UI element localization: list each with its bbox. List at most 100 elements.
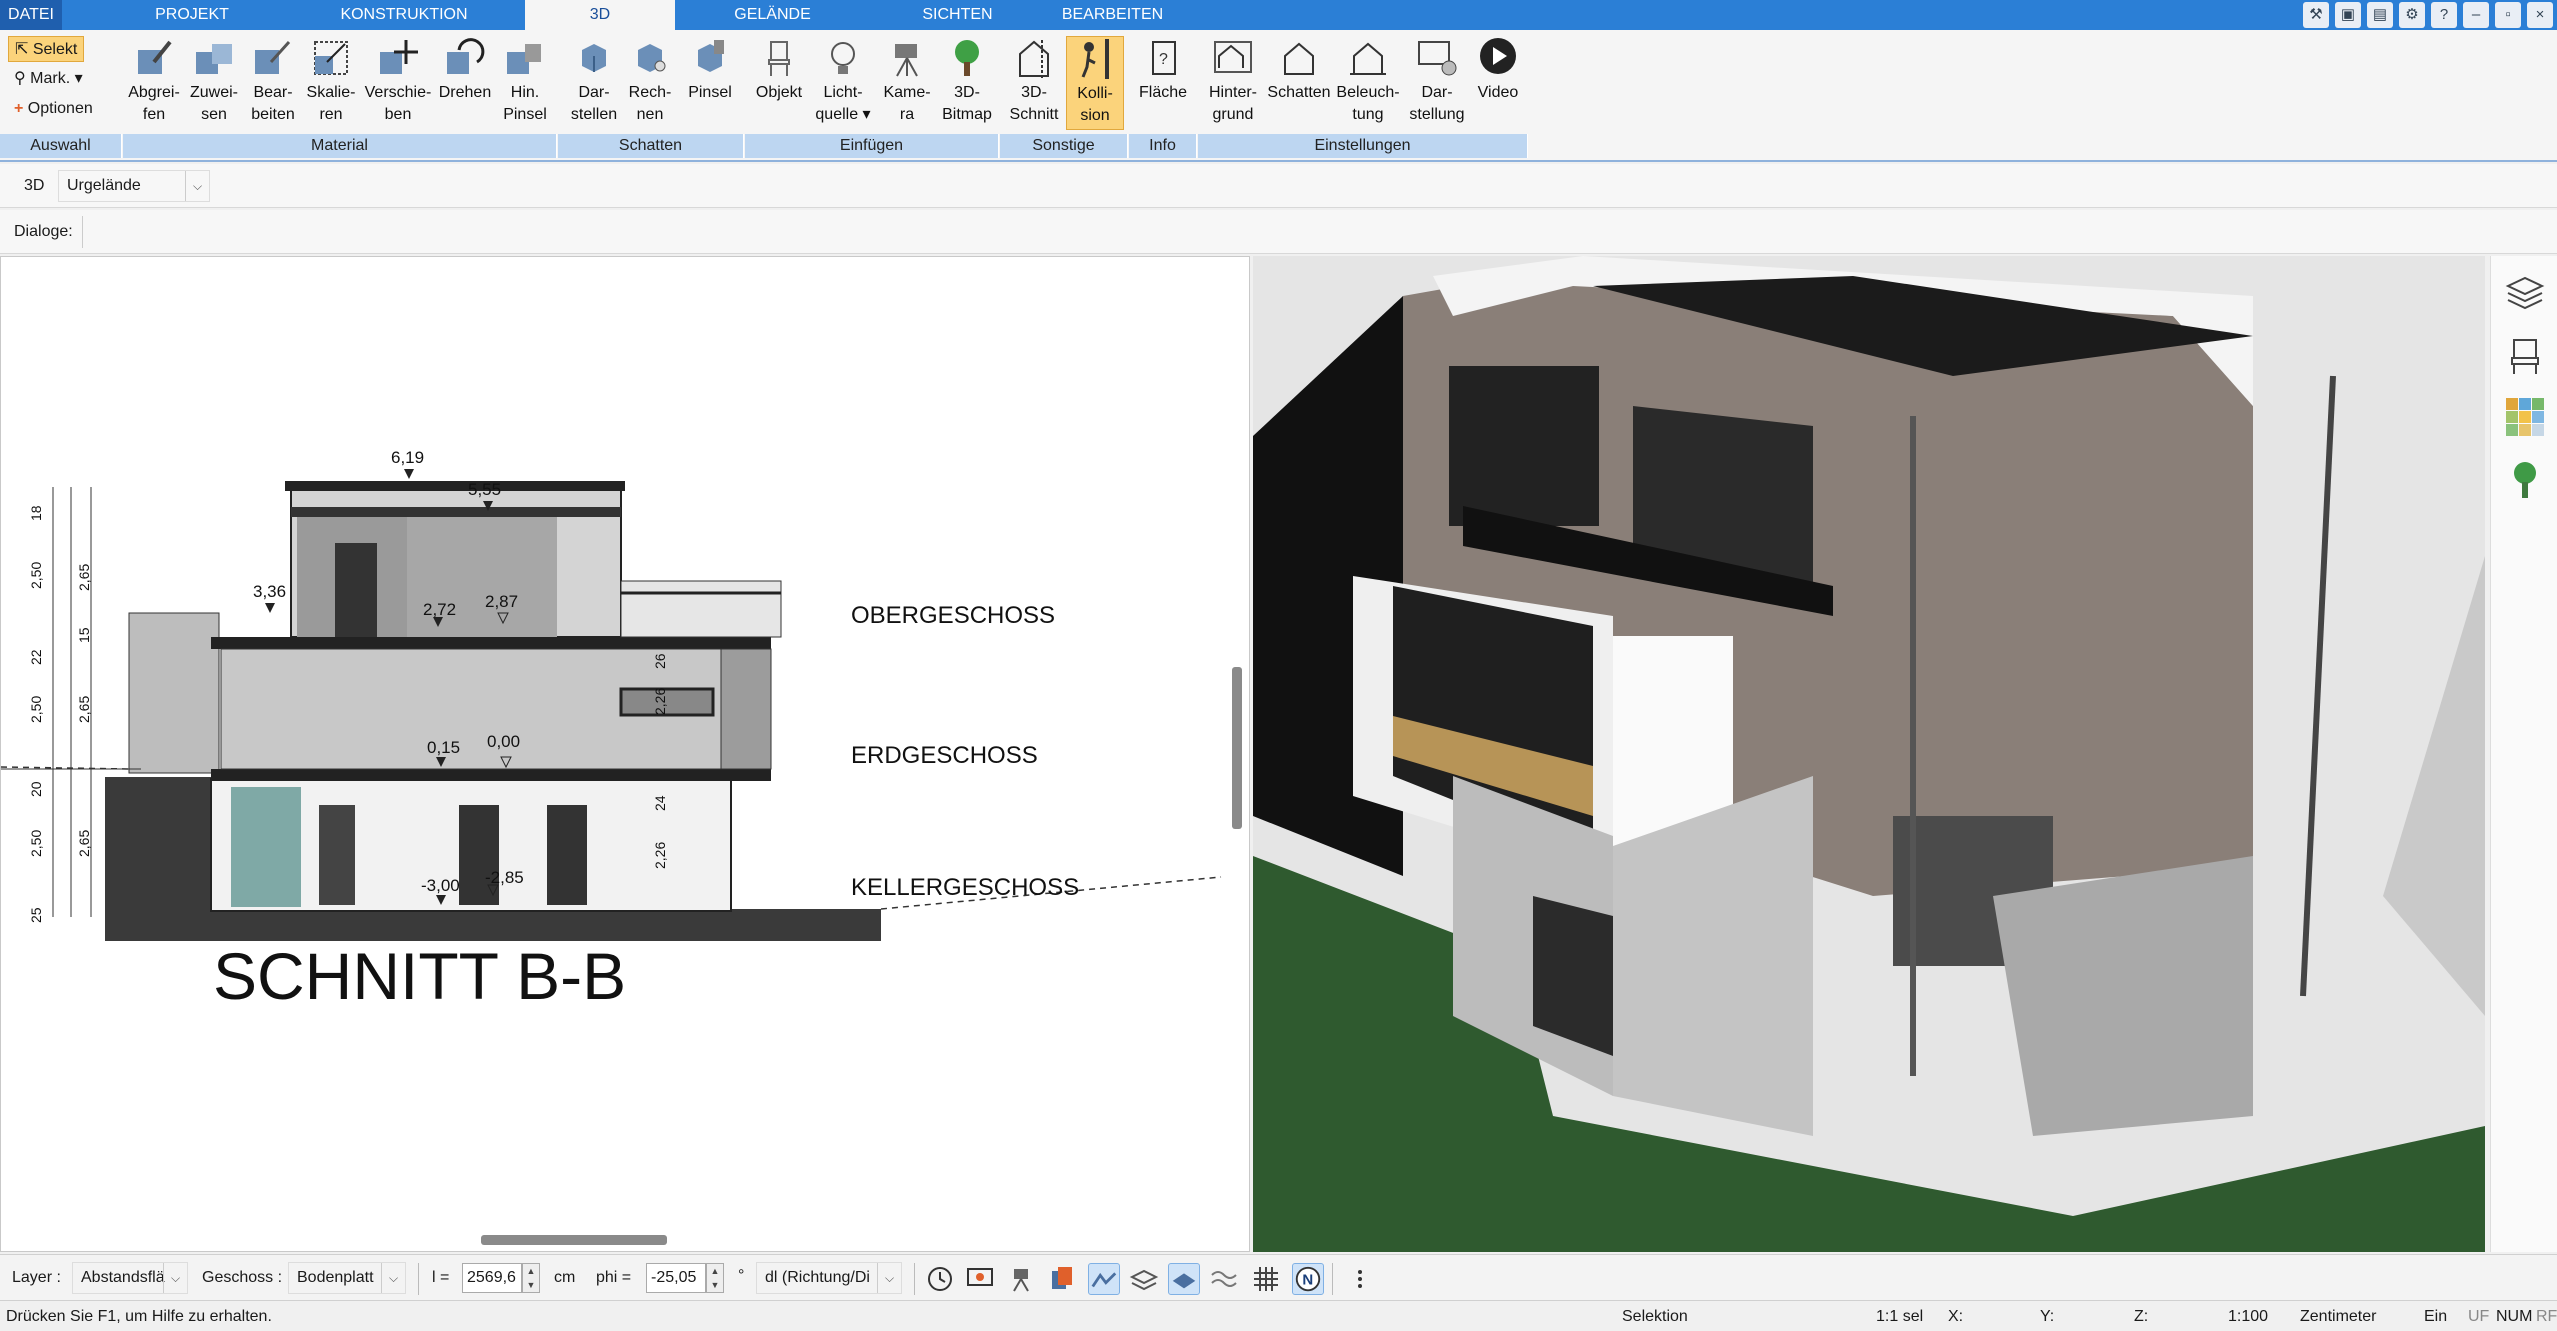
status-bar: Drücken Sie F1, um Hilfe zu erhalten. Se… <box>0 1300 2557 1331</box>
label-l1: Schatten <box>1267 84 1331 101</box>
tab-projekt[interactable]: PROJEKT <box>122 0 262 30</box>
label-l1: Kolli- <box>1077 85 1113 102</box>
ribbon-tab-bar: DATEI PROJEKT KONSTRUKTION 3D GELÄNDE SI… <box>0 0 2557 31</box>
property-toolbar: Layer : Abstandsflä ⌵ Geschoss : Bodenpla… <box>0 1254 2557 1300</box>
help-icon[interactable]: ? <box>2431 2 2457 28</box>
area-button[interactable]: ? Fläche <box>1132 36 1194 104</box>
label-l1: Pinsel <box>688 84 732 101</box>
bitmap-3d-button[interactable]: 3D- Bitmap <box>938 36 996 126</box>
plane-icon[interactable] <box>1168 1263 1200 1295</box>
floor-label-kellergeschoss: KELLERGESCHOSS <box>851 874 1079 901</box>
phi-input[interactable]: -25,05 <box>646 1263 706 1293</box>
more-icon[interactable] <box>1344 1263 1376 1295</box>
lighting-button[interactable]: Beleuch-tung <box>1334 36 1402 126</box>
assign-material-button[interactable]: Zuwei-sen <box>186 36 242 126</box>
north-icon[interactable]: N <box>1292 1263 1324 1295</box>
length-spinner[interactable]: ▲ ▼ <box>522 1263 540 1293</box>
basement-door-2 <box>459 805 499 905</box>
scale-material-button[interactable]: Skalie-ren <box>302 36 360 126</box>
rotate-material-button[interactable]: Drehen <box>436 36 494 104</box>
waves-icon[interactable] <box>1208 1263 1240 1295</box>
tab-datei[interactable]: DATEI <box>0 0 62 30</box>
section-3d-button[interactable]: 3D- Schnitt <box>1004 36 1064 126</box>
plants-icon[interactable] <box>2504 458 2546 500</box>
edit-material-button[interactable]: Bear-beiten <box>244 36 302 126</box>
clock-icon[interactable] <box>924 1263 956 1295</box>
layers-icon[interactable] <box>2504 272 2546 314</box>
dim-label: 2,50 <box>28 830 44 857</box>
bulb-icon <box>831 42 855 74</box>
dim-label: 2,50 <box>28 696 44 723</box>
length-unit: cm <box>554 1269 576 1286</box>
copy-icon[interactable] <box>1046 1263 1078 1295</box>
save-icon[interactable]: ▤ <box>2367 2 2393 28</box>
mark-button[interactable]: ⚲ Mark. ▾ <box>8 66 89 92</box>
brush-cube-icon <box>698 40 724 72</box>
camera-tool-icon[interactable] <box>1006 1263 1038 1295</box>
3d-view-pane[interactable] <box>1253 256 2485 1252</box>
og-window-left <box>1449 366 1599 526</box>
minimize-icon[interactable]: – <box>2463 2 2489 28</box>
camera-icon <box>895 44 918 77</box>
length-input[interactable]: 2569,6 <box>462 1263 522 1293</box>
light-source-button[interactable]: Licht-quelle ▾ <box>812 36 874 126</box>
grid-icon[interactable] <box>1250 1263 1282 1295</box>
tab-3d[interactable]: 3D <box>525 0 675 31</box>
tab-sichten[interactable]: SICHTEN <box>880 0 1035 30</box>
terrain-tool-icon[interactable] <box>1088 1263 1120 1295</box>
dim-label: 0,15 <box>427 738 460 757</box>
pick-material-button[interactable]: Abgrei-fen <box>126 36 182 126</box>
tab-konstruktion[interactable]: KONSTRUKTION <box>324 0 484 30</box>
section-view-pane[interactable]: 6,19 5,55 3,36 2,87 2,72 0,15 0,00 -3,00… <box>0 256 1250 1252</box>
label-l2: fen <box>142 106 166 123</box>
basement-door-3 <box>547 805 587 905</box>
select-button[interactable]: ⇱ Selekt <box>8 36 85 62</box>
restore-icon[interactable]: ▫ <box>2495 2 2521 28</box>
monitor-icon[interactable] <box>964 1263 996 1295</box>
calc-shadow-button[interactable]: Rech-nen <box>622 36 678 126</box>
move-material-button[interactable]: Verschie-ben <box>362 36 434 126</box>
close-icon[interactable]: × <box>2527 2 2553 28</box>
ground-earth-left <box>105 777 221 917</box>
assign-icon <box>196 44 232 74</box>
direction-combo[interactable]: dl (Richtung/Di ⌵ <box>756 1262 902 1294</box>
tab-gelaende[interactable]: GELÄNDE <box>700 0 845 30</box>
show-shadow-button[interactable]: Dar-stellen <box>564 36 624 126</box>
chevron-down-icon: ⌵ <box>163 1263 187 1293</box>
slab-og <box>211 637 771 649</box>
stack-icon[interactable] <box>1128 1263 1160 1295</box>
horizontal-scrollbar-thumb[interactable] <box>481 1235 667 1245</box>
phi-spinner[interactable]: ▲ ▼ <box>706 1263 724 1293</box>
insert-object-button[interactable]: Objekt <box>750 36 808 104</box>
furniture-icon[interactable] <box>2504 334 2546 376</box>
hint-brush-button[interactable]: Hin. Pinsel <box>496 36 554 126</box>
video-button[interactable]: Video <box>1472 36 1524 104</box>
chevron-down-icon: ⌵ <box>381 1263 405 1293</box>
storey-combo[interactable]: Bodenplatt ⌵ <box>288 1262 406 1294</box>
chair-icon <box>768 41 790 76</box>
shadow-brush-button[interactable]: Pinsel <box>682 36 738 104</box>
label-l1: Video <box>1477 84 1519 101</box>
layer-combo[interactable]: Abstandsflä ⌵ <box>72 1262 188 1294</box>
area-icon: ? <box>1152 41 1176 75</box>
collision-button[interactable]: Kolli-sion <box>1066 36 1124 130</box>
vertical-scrollbar-thumb[interactable] <box>1232 667 1242 829</box>
view-toolbar: 3D Urgelände ⌵ <box>0 164 2557 208</box>
dim-label: 26 <box>652 653 668 669</box>
terrain-combo[interactable]: Urgelände ⌵ <box>58 170 210 202</box>
settings-icon[interactable]: ⚙ <box>2399 2 2425 28</box>
options-button[interactable]: + Optionen <box>8 96 99 122</box>
display-button[interactable]: Dar-stellung <box>1402 36 1472 126</box>
group-sonstige: Sonstige <box>1000 134 1128 158</box>
background-button[interactable]: Hinter-grund <box>1200 36 1266 126</box>
folder-icon[interactable]: ▣ <box>2335 2 2361 28</box>
camera-button[interactable]: Kame-ra <box>878 36 936 126</box>
materials-icon[interactable] <box>2504 396 2546 438</box>
divider <box>914 1263 915 1295</box>
tools-icon[interactable]: ⚒ <box>2303 2 2329 28</box>
label-l2: Pinsel <box>503 106 547 123</box>
status-flag-rf: RF <box>2536 1308 2557 1325</box>
shadow-settings-button[interactable]: Schatten <box>1264 36 1334 104</box>
tab-bearbeiten[interactable]: BEARBEITEN <box>1045 0 1180 30</box>
label-l2: tung <box>1352 106 1384 123</box>
